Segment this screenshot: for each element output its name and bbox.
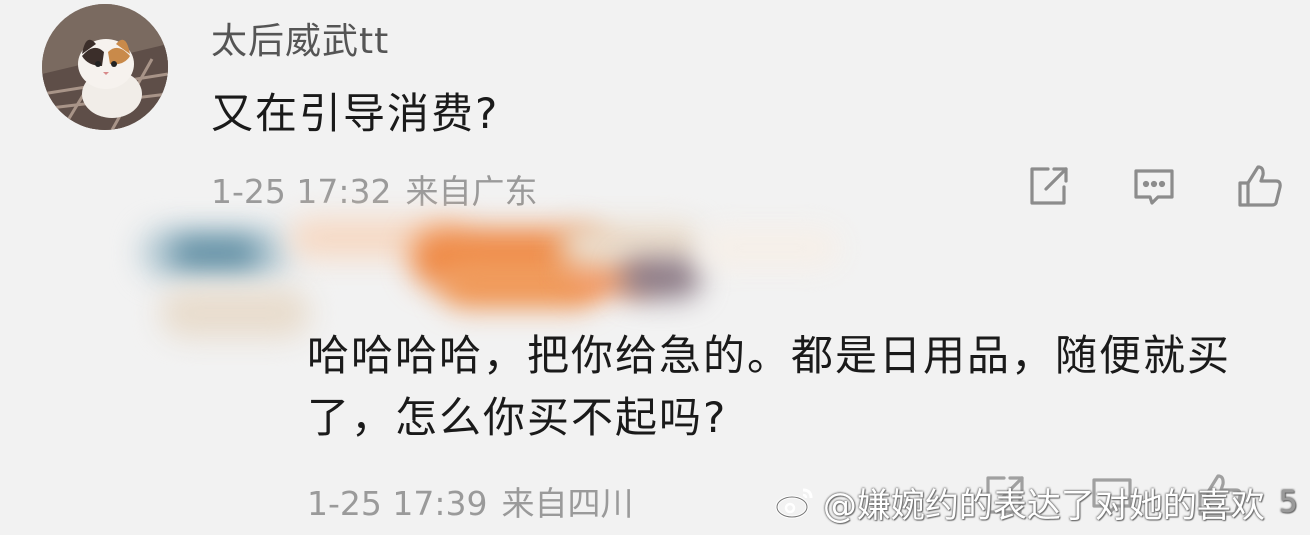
weibo-logo-icon <box>775 488 813 518</box>
share-icon[interactable] <box>1024 163 1072 211</box>
comment-username[interactable]: 太后威武tt <box>211 12 389 64</box>
user-avatar[interactable] <box>42 4 168 130</box>
comment-meta: 1-25 17:32 来自广东 <box>211 165 538 213</box>
reply-icon[interactable] <box>1130 163 1178 211</box>
watermark-text: @嫌婉约的表达了对她的喜欢 <box>822 486 1265 526</box>
cat-avatar-image <box>42 4 168 130</box>
comment-location: 来自广东 <box>405 172 538 211</box>
reply-time: 1-25 17:39 <box>307 484 488 523</box>
comment-thread: 太后威武tt 又在引导消费? 1-25 17:32 来自广东 哈哈哈哈，把你给急… <box>0 0 1310 535</box>
comment-text: 又在引导消费? <box>211 89 500 138</box>
reply-like-count: 5 <box>1278 485 1298 520</box>
comment-actions <box>1024 163 1284 211</box>
weibo-watermark: @嫌婉约的表达了对她的喜欢 5 <box>775 478 1298 527</box>
reply-meta: 1-25 17:39 来自四川 <box>307 477 634 525</box>
comment-time: 1-25 17:32 <box>211 172 392 211</box>
like-icon[interactable] <box>1236 163 1284 211</box>
reply-text: 哈哈哈哈，把你给急的。都是日用品，随便就买了，怎么你买不起吗? <box>307 331 1232 442</box>
reply-location: 来自四川 <box>501 484 634 523</box>
